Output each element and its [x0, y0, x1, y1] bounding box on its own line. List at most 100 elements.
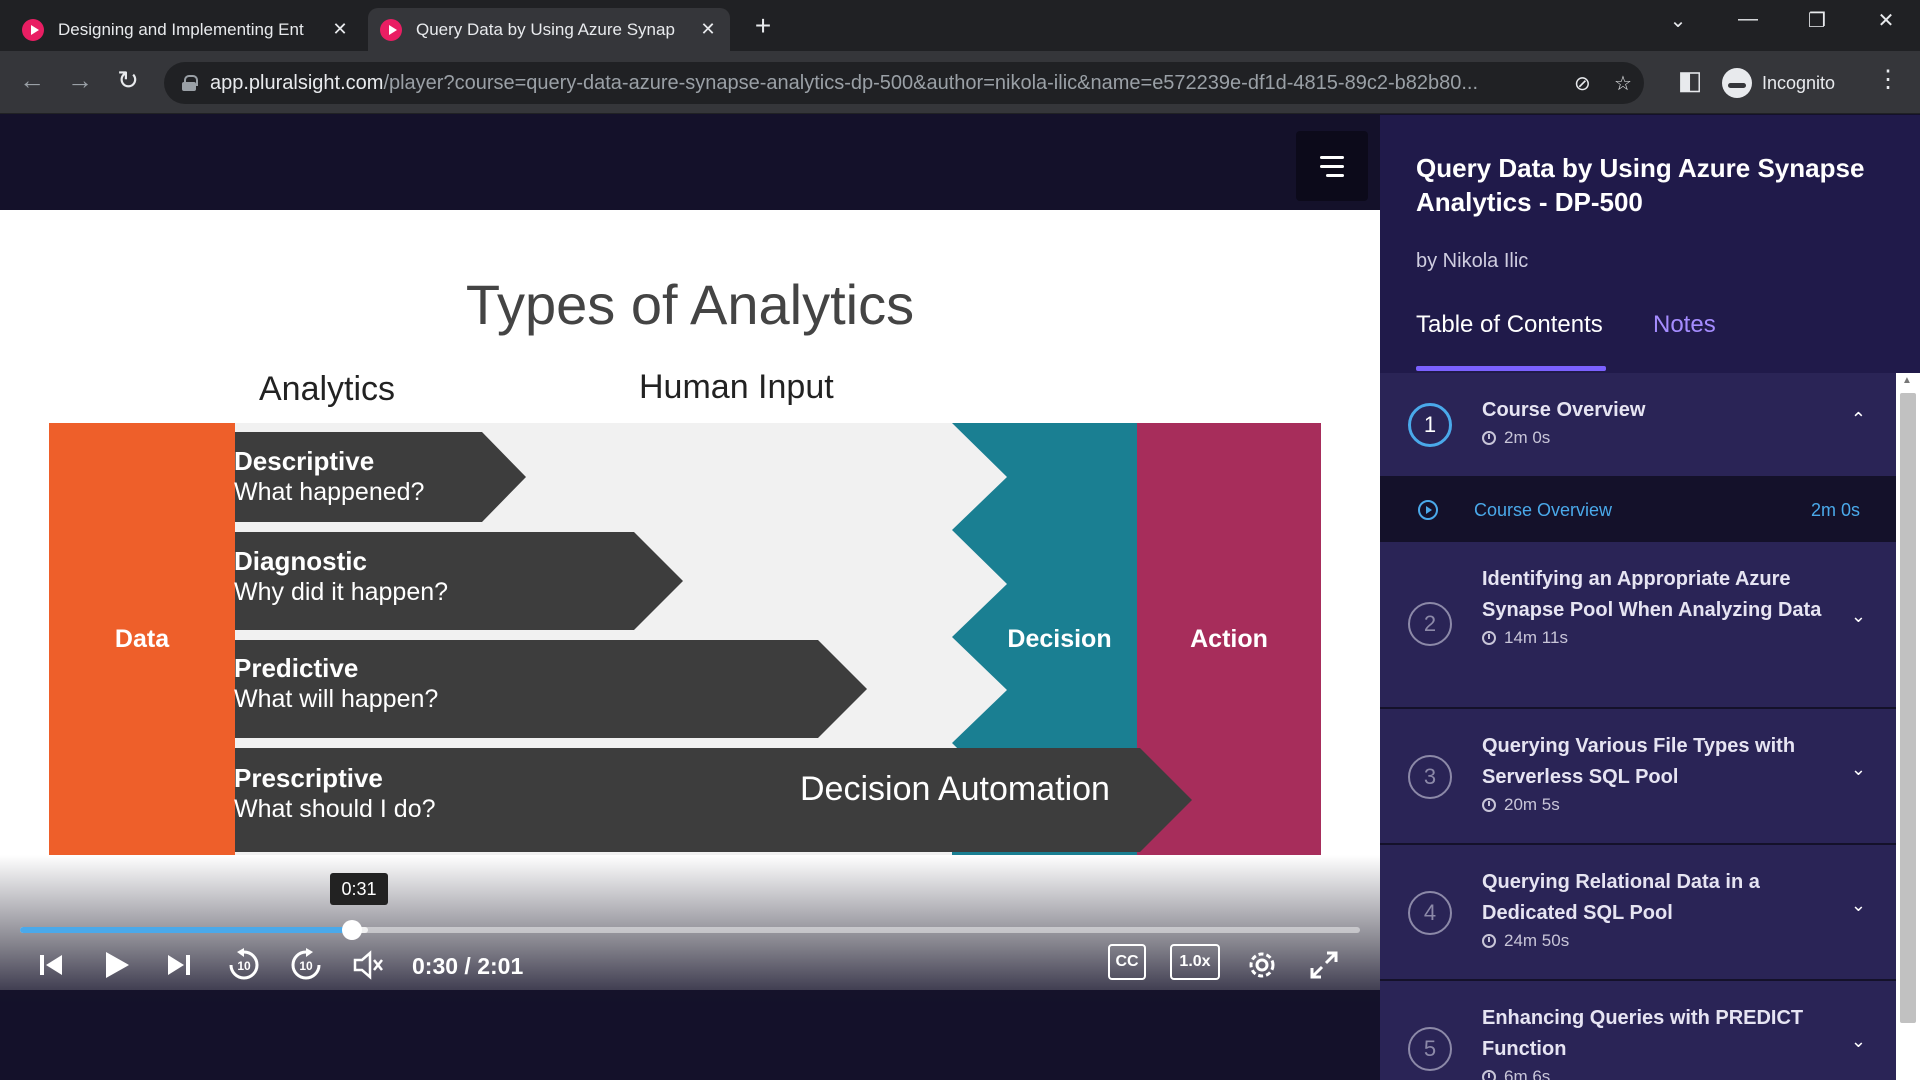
duration-text: 14m 11s — [1504, 628, 1568, 647]
close-tab-icon[interactable]: ✕ — [330, 19, 350, 40]
volume-muted-icon — [353, 950, 383, 980]
pluralsight-favicon-icon — [22, 18, 44, 41]
reload-icon[interactable]: ↻ — [110, 65, 146, 96]
descriptive-text: Descriptive What happened? — [234, 446, 424, 508]
module-1[interactable]: 1 Course Overview 2m 0s ⌃ — [1380, 373, 1896, 478]
arrow-title: Descriptive — [234, 446, 375, 476]
arrow-title: Prescriptive — [234, 763, 383, 793]
module-title: Identifying an Appropriate Azure Synapse… — [1482, 568, 1822, 621]
module-5[interactable]: 5 Enhancing Queries with PREDICT Functio… — [1380, 981, 1896, 1080]
close-window-icon[interactable]: ✕ — [1866, 8, 1906, 33]
chevron-down-icon[interactable]: ⌄ — [1851, 606, 1866, 627]
duration-text: 24m 50s — [1504, 931, 1570, 950]
back-icon[interactable]: ← — [14, 65, 50, 96]
clock-icon — [1482, 798, 1496, 812]
time-display: 0:30 / 2:01 — [412, 953, 524, 979]
arrow-title: Diagnostic — [234, 546, 367, 576]
module-duration: 20m 5s — [1482, 795, 1836, 815]
pluralsight-favicon-icon — [380, 18, 402, 41]
tab-search-icon[interactable]: ⌄ — [1658, 8, 1698, 33]
skip-previous-icon — [40, 955, 62, 975]
fullscreen-button[interactable] — [1306, 940, 1342, 990]
captions-button[interactable]: CC — [1108, 944, 1146, 980]
url-path: /player?course=query-data-azure-synapse-… — [383, 71, 1479, 94]
module-number: 5 — [1408, 1027, 1452, 1071]
video-player[interactable]: Types of Analytics Analytics Human Input… — [0, 115, 1380, 1080]
play-icon — [106, 952, 129, 978]
url-text[interactable]: app.pluralsight.com/player?course=query-… — [210, 72, 1580, 95]
bookmark-star-icon[interactable]: ☆ — [1614, 71, 1632, 96]
module-duration: 6m 6s — [1482, 1067, 1836, 1080]
tab-title: Query Data by Using Azure Synap — [416, 19, 675, 39]
arrow-question: What happened? — [234, 478, 425, 506]
toc-list: 1 Course Overview 2m 0s ⌃ Course Overvie… — [1380, 373, 1896, 1080]
forward-10-button[interactable]: 10 — [286, 940, 326, 990]
incognito-profile[interactable]: Incognito — [1722, 63, 1835, 103]
svg-text:10: 10 — [237, 959, 251, 973]
module-number: 1 — [1408, 403, 1452, 447]
module-2[interactable]: 2 Identifying an Appropriate Azure Synap… — [1380, 542, 1896, 709]
play-circle-icon — [1418, 500, 1438, 520]
menu-line — [1320, 164, 1344, 168]
menu-line — [1320, 155, 1344, 159]
omnibox[interactable]: app.pluralsight.com/player?course=query-… — [164, 62, 1644, 104]
forward-10-icon: 10 — [291, 948, 321, 980]
tab-notes[interactable]: Notes — [1653, 311, 1716, 339]
rewind-10-icon: 10 — [229, 948, 259, 980]
module-number: 3 — [1408, 755, 1452, 799]
scrollbar-thumb[interactable] — [1900, 393, 1916, 1023]
course-author[interactable]: by Nikola Ilic — [1416, 250, 1528, 273]
eye-slash-icon[interactable]: ⊘ — [1574, 71, 1591, 96]
progress-bar[interactable] — [20, 920, 1360, 940]
incognito-label: Incognito — [1762, 72, 1836, 93]
next-clip-button[interactable] — [164, 940, 194, 990]
minimize-icon[interactable]: — — [1728, 8, 1768, 31]
module-3[interactable]: 3 Querying Various File Types with Serve… — [1380, 709, 1896, 845]
close-tab-icon[interactable]: ✕ — [698, 19, 718, 40]
previous-clip-button[interactable] — [36, 940, 66, 990]
arrow-question: Why did it happen? — [234, 578, 449, 606]
forward-icon[interactable]: → — [62, 65, 98, 96]
clip-item[interactable]: Course Overview 2m 0s — [1380, 478, 1896, 542]
address-toolbar: ← → ↻ app.pluralsight.com/player?course=… — [0, 51, 1920, 114]
play-button[interactable] — [100, 940, 134, 990]
course-sidebar: Query Data by Using Azure Synapse Analyt… — [1380, 115, 1920, 1080]
browser-menu-icon[interactable]: ⋮ — [1876, 65, 1900, 94]
predictive-text: Predictive What will happen? — [234, 653, 438, 715]
volume-button[interactable] — [350, 940, 386, 990]
decision-automation-label: Decision Automation — [800, 770, 1110, 808]
settings-button[interactable] — [1244, 940, 1280, 990]
browser-tab-1[interactable]: Designing and Implementing Ent ✕ — [10, 8, 362, 51]
scroll-up-icon[interactable]: ▲ — [1902, 375, 1912, 386]
clip-duration: 2m 0s — [1810, 499, 1860, 520]
module-4[interactable]: 4 Querying Relational Data in a Dedicate… — [1380, 845, 1896, 981]
module-title: Querying Relational Data in a Dedicated … — [1482, 871, 1760, 924]
module-number: 4 — [1408, 891, 1452, 935]
module-duration: 2m 0s — [1482, 428, 1836, 448]
svg-text:10: 10 — [299, 959, 313, 973]
prescriptive-text: Prescriptive What should I do? — [234, 763, 436, 825]
skip-next-icon — [168, 955, 190, 975]
arrow-question: What should I do? — [234, 795, 436, 823]
clip-title: Course Overview — [1474, 499, 1613, 520]
playback-speed-button[interactable]: 1.0x — [1170, 944, 1220, 980]
rewind-10-button[interactable]: 10 — [224, 940, 264, 990]
course-title[interactable]: Query Data by Using Azure Synapse Analyt… — [1416, 151, 1876, 219]
chevron-down-icon[interactable]: ⌄ — [1851, 759, 1866, 780]
chevron-down-icon[interactable]: ⌄ — [1851, 1031, 1866, 1052]
restore-icon[interactable]: ❐ — [1797, 8, 1837, 33]
chevron-up-icon[interactable]: ⌃ — [1851, 409, 1866, 430]
clock-icon — [1482, 934, 1496, 948]
tab-title: Designing and Implementing Ent — [58, 19, 304, 39]
side-panel-icon[interactable]: ◧ — [1672, 65, 1708, 96]
toc-scrollbar[interactable]: ▲ — [1896, 373, 1920, 1080]
new-tab-icon[interactable]: + — [748, 10, 778, 42]
tab-table-of-contents[interactable]: Table of Contents — [1416, 311, 1603, 339]
toc-toggle-button[interactable] — [1296, 131, 1368, 201]
browser-tab-2[interactable]: Query Data by Using Azure Synap ✕ — [368, 8, 730, 51]
module-duration: 24m 50s — [1482, 931, 1836, 951]
module-title: Enhancing Queries with PREDICT Function — [1482, 1007, 1804, 1060]
browser-tab-bar: Designing and Implementing Ent ✕ Query D… — [0, 0, 1920, 51]
chevron-down-icon[interactable]: ⌄ — [1851, 895, 1866, 916]
gear-icon — [1249, 952, 1275, 978]
